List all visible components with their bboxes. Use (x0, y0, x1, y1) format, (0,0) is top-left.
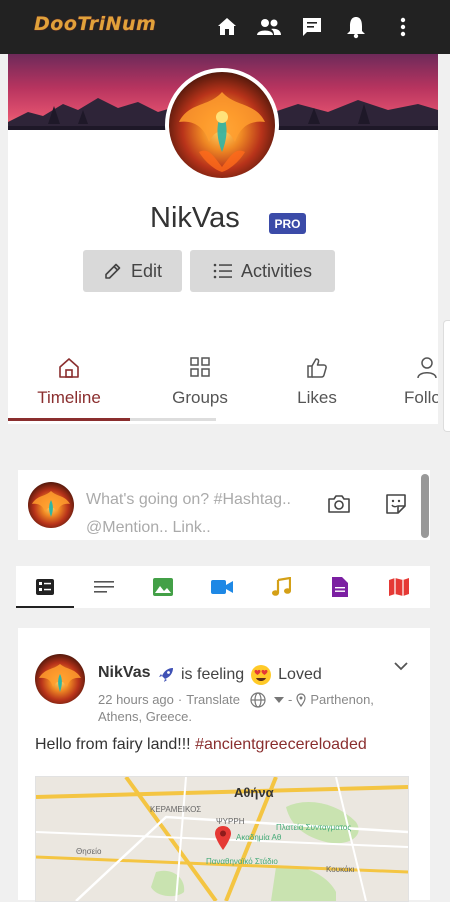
map-label-district: ΚΕΡΑΜΕΙΚΟΣ (150, 805, 202, 814)
location-line1[interactable]: Parthenon, (310, 691, 374, 708)
tab-groups-label: Groups (172, 388, 228, 407)
post-type-music[interactable] (252, 566, 310, 608)
activities-button-label: Activities (240, 260, 312, 281)
map-icon (389, 577, 409, 597)
chevron-down-icon[interactable] (394, 658, 408, 676)
composer-scrollbar[interactable] (421, 474, 429, 538)
app-logo[interactable]: DooTriNum (34, 13, 156, 35)
map-label-place2: Πλατεία Συνταγματος (276, 823, 352, 832)
timeline-post: NikVas is feeling Loved 22 hours ago · T… (18, 628, 430, 902)
active-tab-indicator (8, 418, 130, 421)
side-drawer-handle[interactable] (443, 320, 450, 432)
post-type-image[interactable] (134, 566, 192, 608)
rocket-icon (157, 666, 175, 684)
post-hashtag[interactable]: #ancientgreecereloaded (195, 736, 367, 753)
post-body: Hello from fairy land!!! (35, 736, 191, 753)
globe-icon[interactable] (250, 691, 266, 708)
post-type-file[interactable] (311, 566, 369, 608)
composer-placeholder-line1: What's going on? #Hashtag.. (86, 491, 291, 508)
text-lines-icon (94, 580, 114, 594)
composer-input[interactable]: What's going on? #Hashtag.. @Mention.. L… (86, 486, 326, 542)
sticker-icon[interactable] (384, 492, 408, 521)
post-type-map[interactable] (370, 566, 428, 608)
map-label-place4: Θησείο (76, 847, 102, 856)
post-location-map[interactable]: Αθήνα ΚΕΡΑΜΕΙΚΟΣ ΨΥΡΡΗ Ακαδημία Αθ Πλατε… (35, 776, 409, 902)
post-type-video[interactable] (193, 566, 251, 608)
map-label-place1: Ακαδημία Αθ (236, 833, 282, 842)
video-icon (211, 579, 233, 595)
file-icon (332, 577, 348, 597)
caret-down-icon[interactable] (273, 696, 284, 703)
post-type-all[interactable] (16, 566, 74, 608)
tab-followers[interactable]: Follo (396, 344, 438, 424)
translate-link[interactable]: Translate (186, 691, 240, 708)
post-meta: 22 hours ago · Translate - Parthenon, At… (98, 691, 398, 725)
post-author-avatar[interactable] (35, 654, 85, 704)
tab-likes-label: Likes (297, 388, 337, 407)
pencil-icon (103, 261, 123, 281)
feeling-prefix: is feeling (181, 666, 245, 683)
list-icon (35, 578, 55, 596)
tab-timeline[interactable]: Timeline (28, 344, 110, 424)
profile-avatar[interactable] (165, 68, 279, 182)
post-feeling: is feeling Loved (157, 664, 322, 686)
feeling-label: Loved (278, 666, 322, 683)
post-type-bar (16, 566, 430, 608)
bell-icon[interactable] (343, 14, 369, 40)
profile-card: NikVas PRO Edit Activities Timeline Grou… (8, 54, 438, 424)
composer-avatar (28, 482, 74, 528)
grid-icon (189, 356, 211, 380)
chat-icon[interactable] (299, 14, 325, 40)
tab-followers-label: Follo (404, 388, 438, 407)
composer-placeholder-line2: @Mention.. Link.. (86, 519, 211, 536)
profile-name: NikVas (150, 202, 240, 234)
heart-eyes-emoji-icon (250, 664, 272, 686)
music-icon (271, 577, 291, 597)
map-pin-icon (214, 825, 232, 856)
more-vert-icon[interactable] (390, 14, 416, 40)
pro-badge: PRO (269, 213, 306, 234)
tab-likes[interactable]: Likes (280, 344, 354, 424)
edit-button-label: Edit (130, 260, 163, 281)
tab-groups[interactable]: Groups (160, 344, 240, 424)
top-navbar: DooTriNum (0, 0, 450, 54)
camera-icon[interactable] (326, 492, 352, 521)
post-author-name[interactable]: NikVas (98, 664, 150, 682)
edit-button[interactable]: Edit (83, 250, 182, 292)
list-icon (213, 262, 233, 280)
profile-tabs: Timeline Groups Likes Follo (8, 344, 438, 424)
map-label-place3: Παναθηναϊκό Στάδιο (206, 857, 278, 866)
activities-button[interactable]: Activities (190, 250, 335, 292)
post-type-text[interactable] (75, 566, 133, 608)
image-icon (153, 578, 173, 596)
post-composer: What's going on? #Hashtag.. @Mention.. L… (18, 470, 430, 540)
thumbs-up-icon (305, 356, 329, 380)
post-type-active-indicator (16, 606, 74, 608)
location-line2[interactable]: Athens, Greece. (98, 708, 398, 725)
post-time[interactable]: 22 hours ago (98, 691, 174, 708)
map-label-place5: Κουκάκι (326, 865, 355, 874)
people-icon[interactable] (256, 14, 282, 40)
map-label-city: Αθήνα (234, 785, 274, 800)
location-pin-icon (296, 692, 306, 707)
home-icon[interactable] (214, 14, 240, 40)
post-text: Hello from fairy land!!! #ancientgreecer… (35, 736, 367, 754)
tab-timeline-label: Timeline (37, 388, 101, 407)
home-outline-icon (57, 356, 81, 380)
person-icon (416, 356, 438, 380)
